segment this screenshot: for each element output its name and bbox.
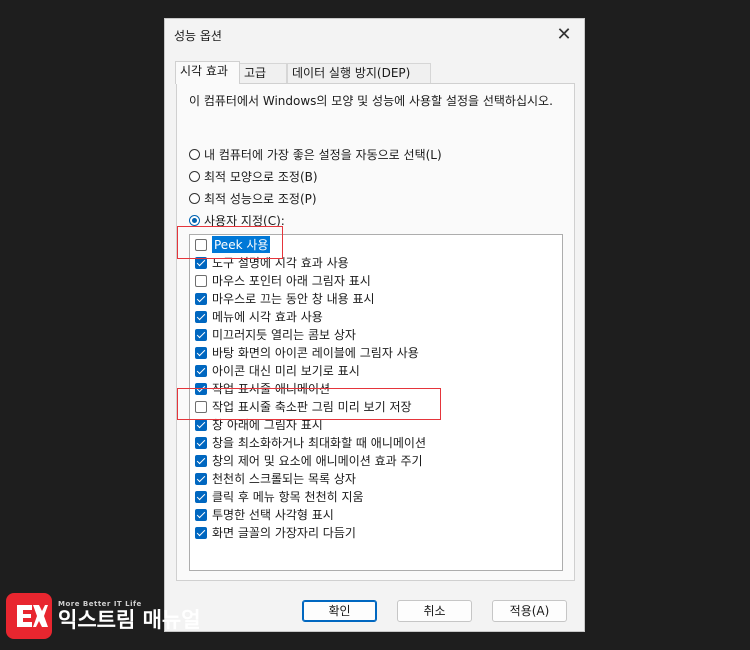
list-item-label: 메뉴에 시각 효과 사용: [212, 310, 323, 324]
checkbox[interactable]: [195, 292, 207, 305]
tab-visual-effects[interactable]: 시각 효과: [175, 61, 240, 84]
brand-text: More Better IT Life 익스트림 매뉴얼: [58, 600, 201, 632]
checkbox[interactable]: [195, 364, 207, 377]
checkbox[interactable]: [195, 454, 207, 467]
brand-watermark: More Better IT Life 익스트림 매뉴얼: [6, 592, 201, 640]
title-bar[interactable]: 성능 옵션 ✕: [165, 19, 584, 51]
checkbox[interactable]: [195, 508, 207, 521]
cancel-button[interactable]: 취소: [397, 600, 472, 622]
checkbox[interactable]: [195, 238, 207, 251]
checkbox[interactable]: [195, 382, 207, 395]
list-item-label: 작업 표시줄 애니메이션: [212, 382, 331, 396]
list-item[interactable]: 마우스로 끄는 동안 창 내용 표시: [195, 290, 375, 307]
list-item[interactable]: 바탕 화면의 아이콘 레이블에 그림자 사용: [195, 344, 419, 361]
list-item[interactable]: 마우스 포인터 아래 그림자 표시: [195, 272, 371, 289]
checkbox[interactable]: [195, 490, 207, 503]
checkbox[interactable]: [195, 400, 207, 413]
list-item[interactable]: 천천히 스크롤되는 목록 상자: [195, 470, 356, 487]
list-item-label: 투명한 선택 사각형 표시: [212, 508, 334, 522]
list-item-label: 천천히 스크롤되는 목록 상자: [212, 472, 356, 486]
list-item-thumbnail-cache[interactable]: 작업 표시줄 축소판 그림 미리 보기 저장: [195, 398, 412, 415]
list-item-label: 창 아래에 그림자 표시: [212, 418, 323, 432]
list-item[interactable]: 클릭 후 메뉴 항목 천천히 지움: [195, 488, 364, 505]
radio-button[interactable]: [189, 192, 200, 204]
list-item-peek[interactable]: Peek 사용: [195, 236, 271, 253]
apply-button[interactable]: 적용(A): [492, 600, 567, 622]
tab-advanced[interactable]: 고급: [239, 63, 287, 83]
list-item[interactable]: 투명한 선택 사각형 표시: [195, 506, 334, 523]
radio-label: 최적 모양으로 조정(B): [204, 169, 318, 184]
tab-dep[interactable]: 데이터 실행 방지(DEP): [287, 63, 431, 83]
list-item[interactable]: 창을 최소화하거나 최대화할 때 애니메이션: [195, 434, 426, 451]
dialog-title: 성능 옵션: [174, 29, 222, 43]
panel-description: 이 컴퓨터에서 Windows의 모양 및 성능에 사용할 설정을 선택하십시오…: [189, 94, 553, 108]
visual-effects-panel: 이 컴퓨터에서 Windows의 모양 및 성능에 사용할 설정을 선택하십시오…: [176, 83, 575, 581]
checkbox[interactable]: [195, 256, 207, 269]
list-item-label: 마우스 포인터 아래 그림자 표시: [212, 274, 371, 288]
radio-best-appearance[interactable]: 최적 모양으로 조정(B): [189, 167, 318, 185]
brand-name: 익스트림 매뉴얼: [58, 608, 201, 632]
close-icon[interactable]: ✕: [552, 23, 576, 47]
list-item-label: 화면 글꼴의 가장자리 다듬기: [212, 526, 356, 540]
list-item-label: 작업 표시줄 축소판 그림 미리 보기 저장: [212, 400, 412, 414]
radio-button-selected[interactable]: [189, 214, 200, 226]
list-item-label: 아이콘 대신 미리 보기로 표시: [212, 364, 360, 378]
checkbox[interactable]: [195, 472, 207, 485]
list-item-label: Peek 사용: [212, 236, 271, 253]
tab-strip: 시각 효과 고급 데이터 실행 방지(DEP): [175, 61, 575, 84]
radio-auto-best[interactable]: 내 컴퓨터에 가장 좋은 설정을 자동으로 선택(L): [189, 145, 442, 163]
list-item-label: 미끄러지듯 열리는 콤보 상자: [212, 328, 356, 342]
checkbox[interactable]: [195, 526, 207, 539]
list-item-label: 창의 제어 및 요소에 애니메이션 효과 주기: [212, 454, 423, 468]
checkbox[interactable]: [195, 346, 207, 359]
checkbox[interactable]: [195, 328, 207, 341]
list-item[interactable]: 아이콘 대신 미리 보기로 표시: [195, 362, 360, 379]
list-item[interactable]: 작업 표시줄 애니메이션: [195, 380, 330, 397]
list-item[interactable]: 창의 제어 및 요소에 애니메이션 효과 주기: [195, 452, 423, 469]
list-item-label: 도구 설명에 시각 효과 사용: [212, 256, 349, 270]
list-item[interactable]: 미끄러지듯 열리는 콤보 상자: [195, 326, 356, 343]
radio-custom[interactable]: 사용자 지정(C):: [189, 211, 285, 229]
checkbox[interactable]: [195, 418, 207, 431]
list-item[interactable]: 도구 설명에 시각 효과 사용: [195, 254, 349, 271]
radio-button[interactable]: [189, 148, 200, 160]
list-item[interactable]: 창 아래에 그림자 표시: [195, 416, 323, 433]
list-item-label: 마우스로 끄는 동안 창 내용 표시: [212, 292, 375, 306]
ok-button[interactable]: 확인: [302, 600, 377, 622]
radio-label: 사용자 지정(C):: [204, 213, 285, 228]
list-item[interactable]: 메뉴에 시각 효과 사용: [195, 308, 323, 325]
brand-logo-icon: [6, 593, 52, 639]
radio-label: 내 컴퓨터에 가장 좋은 설정을 자동으로 선택(L): [204, 147, 442, 162]
list-item-label: 창을 최소화하거나 최대화할 때 애니메이션: [212, 436, 426, 450]
checkbox[interactable]: [195, 436, 207, 449]
effects-checkbox-list[interactable]: Peek 사용 도구 설명에 시각 효과 사용 마우스 포인터 아래 그림자 표…: [189, 234, 563, 571]
radio-button[interactable]: [189, 170, 200, 182]
checkbox[interactable]: [195, 310, 207, 323]
radio-label: 최적 성능으로 조정(P): [204, 191, 317, 206]
radio-best-performance[interactable]: 최적 성능으로 조정(P): [189, 189, 317, 207]
list-item-label: 클릭 후 메뉴 항목 천천히 지움: [212, 490, 364, 504]
checkbox[interactable]: [195, 274, 207, 287]
performance-options-dialog: 성능 옵션 ✕ 시각 효과 고급 데이터 실행 방지(DEP) 이 컴퓨터에서 …: [164, 18, 585, 632]
list-item[interactable]: 화면 글꼴의 가장자리 다듬기: [195, 524, 356, 541]
list-item-label: 바탕 화면의 아이콘 레이블에 그림자 사용: [212, 346, 419, 360]
brand-tagline: More Better IT Life: [58, 600, 142, 608]
